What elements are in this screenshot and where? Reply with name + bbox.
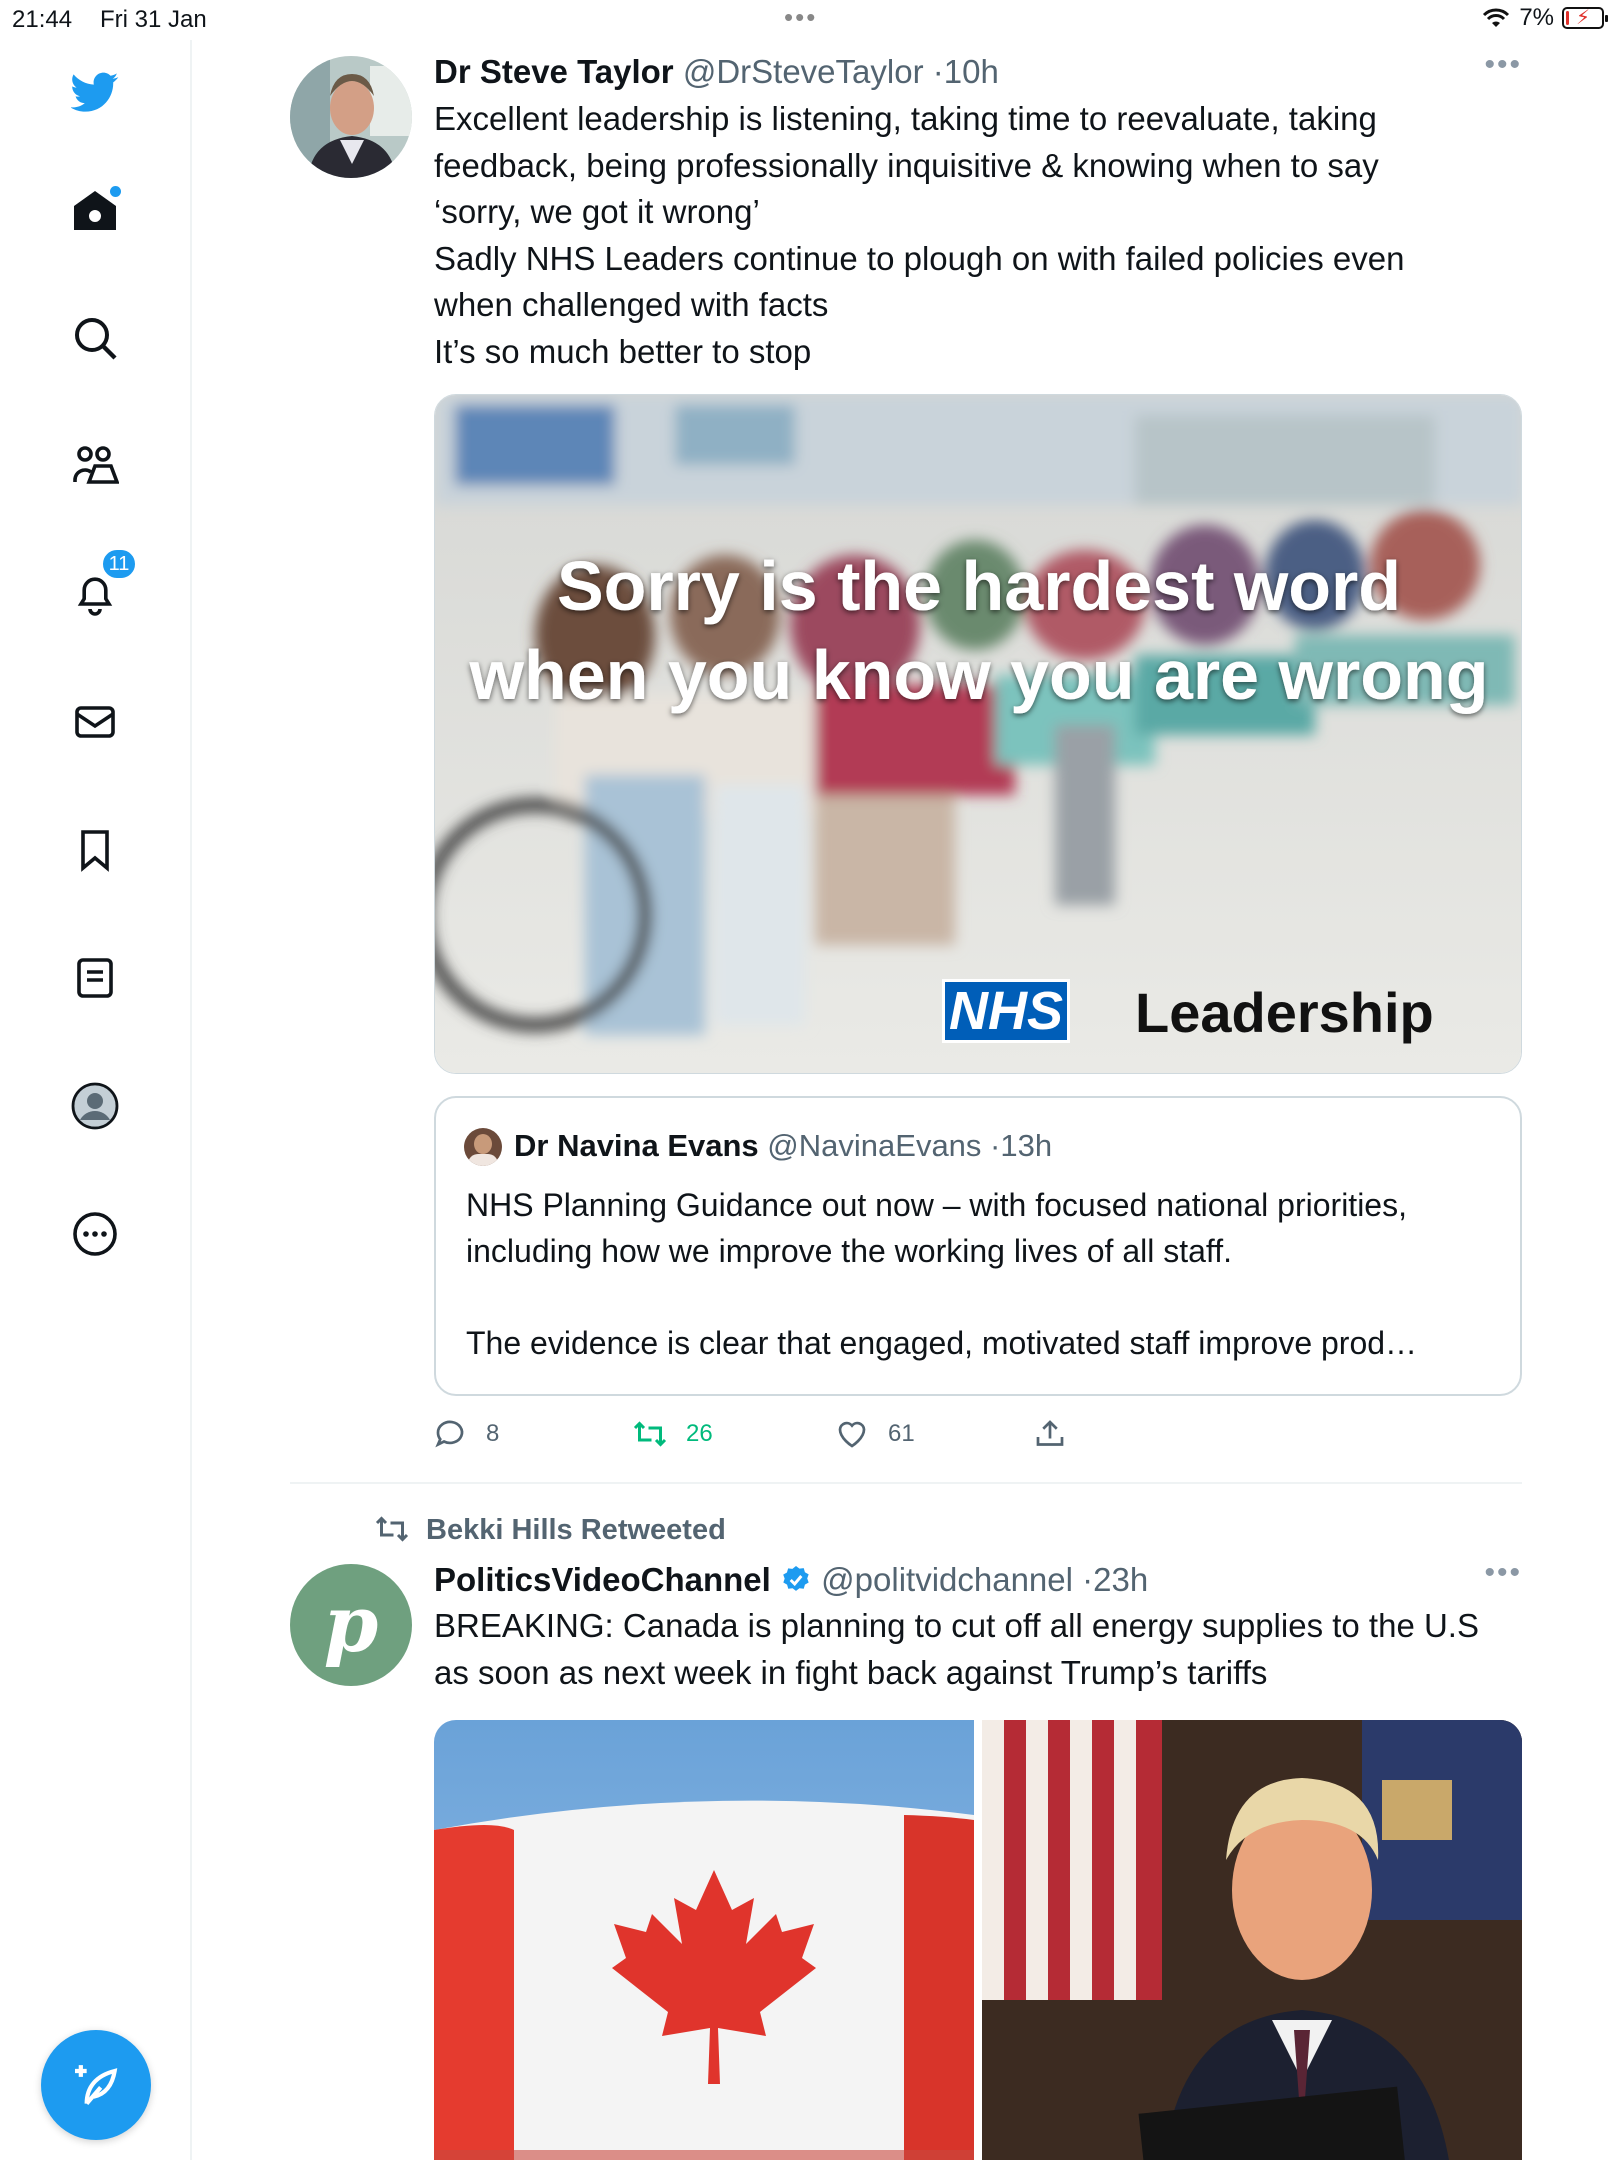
tweet-image[interactable]: Sorry is the hardest word when you know … <box>434 394 1522 1074</box>
quoted-header: Dr Navina Evans @NavinaEvans ·13h <box>514 1126 1052 1166</box>
nhs-logo: NHS <box>949 981 1063 1041</box>
image-caption-line2: when you know you are wrong <box>469 636 1489 714</box>
more-options-icon[interactable]: ••• <box>1484 48 1522 82</box>
reply-icon <box>435 1420 464 1448</box>
trump-photo-image[interactable] <box>982 1720 1522 2160</box>
status-right: 7% ⚡ <box>1481 4 1608 32</box>
separator-dot: · <box>932 53 944 90</box>
tweet[interactable]: Dr Steve Taylor @DrSteveTaylor ·10h ••• … <box>290 48 1524 1448</box>
author-handle[interactable]: @politvidchannel <box>821 1561 1073 1598</box>
quoted-text-line: NHS Planning Guidance out now – with foc… <box>466 1187 1407 1223</box>
retweet-icon <box>633 1421 667 1447</box>
tweet-text-line: when challenged with facts <box>434 286 829 323</box>
tweet-text: BREAKING: Canada is planning to cut off … <box>434 1603 1524 1696</box>
twitter-bird-icon[interactable] <box>65 62 125 122</box>
battery-percent: 7% <box>1519 4 1554 31</box>
sidebar-item-bookmarks[interactable] <box>65 820 125 880</box>
quoted-text-line: The evidence is clear that engaged, moti… <box>466 1325 1418 1361</box>
separator-dot: · <box>1082 1561 1094 1598</box>
retweeted-by[interactable]: Bekki Hills Retweeted <box>426 1514 726 1546</box>
multitasking-dots-icon[interactable]: ••• <box>784 2 817 33</box>
like-button[interactable]: 61 <box>834 1416 915 1452</box>
quoted-time: 13h <box>1000 1128 1053 1163</box>
reply-button[interactable]: 8 <box>432 1416 499 1452</box>
list-icon <box>77 958 113 998</box>
retweet-context: Bekki Hills Retweeted <box>374 1510 726 1550</box>
quoted-author-handle: @NavinaEvans <box>767 1128 982 1163</box>
compose-tweet-icon <box>75 2065 118 2106</box>
profile-avatar-icon <box>71 1082 119 1130</box>
sidebar-item-messages[interactable] <box>65 692 125 752</box>
retweet-count: 26 <box>686 1420 713 1447</box>
tweet-actions: 8 26 61 <box>434 1416 1134 1456</box>
more-circle-icon <box>73 1212 117 1256</box>
status-bar: 21:44 Fri 31 Jan ••• 7% ⚡ <box>0 0 1620 40</box>
tweet-header: PoliticsVideoChannel @politvidchannel ·2… <box>434 1560 1148 1600</box>
tweet-text-line: Excellent leadership is listening, takin… <box>434 100 1377 137</box>
tweet-text-line: Sadly NHS Leaders continue to plough on … <box>434 239 1405 277</box>
bookmark-icon <box>81 830 109 872</box>
tweet-text-line: as soon as next week in fight back again… <box>434 1653 1268 1691</box>
tweet-time[interactable]: 10h <box>944 53 999 90</box>
image-caption-line1: Sorry is the hardest word <box>557 547 1401 625</box>
author-name[interactable]: PoliticsVideoChannel <box>434 1561 771 1598</box>
retweet-icon <box>375 1516 409 1542</box>
tweet-time[interactable]: 23h <box>1093 1561 1148 1598</box>
retweet-button[interactable]: 26 <box>632 1416 713 1452</box>
tweet-text-line: BREAKING: Canada is planning to cut off … <box>434 1607 1479 1644</box>
wifi-icon <box>1483 8 1510 27</box>
mail-icon <box>75 706 115 738</box>
nhs-leadership-word: Leadership <box>1135 981 1434 1044</box>
notification-count-badge: 11 <box>101 548 137 580</box>
author-name[interactable]: Dr Steve Taylor <box>434 53 674 90</box>
sidebar-item-notifications[interactable]: 11 <box>65 548 137 624</box>
more-options-icon[interactable]: ••• <box>1484 1556 1522 1590</box>
author-handle[interactable]: @DrSteveTaylor <box>683 53 924 90</box>
quoted-text: NHS Planning Guidance out now – with foc… <box>466 1182 1506 1366</box>
sidebar-item-lists[interactable] <box>65 948 125 1008</box>
battery-icon: ⚡ <box>1562 7 1608 29</box>
tweet-divider <box>290 1482 1522 1484</box>
tweet-text-line: feedback, being professionally inquisiti… <box>434 146 1379 184</box>
quoted-author-name: Dr Navina Evans <box>514 1128 759 1163</box>
separator-dot: · <box>990 1128 1001 1163</box>
tweet-media-grid <box>434 1720 1522 2160</box>
tweet-text-line: It’s so much better to stop <box>434 332 812 370</box>
tweet[interactable]: Bekki Hills Retweeted p PoliticsVideoCha… <box>290 1510 1522 2160</box>
quoted-tweet[interactable]: Dr Navina Evans @NavinaEvans ·13h NHS Pl… <box>434 1096 1522 1396</box>
tweet-text: Excellent leadership is listening, takin… <box>434 96 1524 375</box>
sidebar-item-communities[interactable] <box>65 436 125 496</box>
communities-icon <box>73 446 119 484</box>
compose-tweet-button[interactable] <box>41 2030 151 2140</box>
sidebar-item-profile[interactable] <box>65 1076 125 1136</box>
quoted-avatar <box>464 1128 502 1166</box>
home-unread-dot <box>110 186 121 197</box>
avatar[interactable]: p <box>290 1564 412 1686</box>
like-count: 61 <box>888 1420 915 1447</box>
quoted-text-line: including how we improve the working liv… <box>466 1233 1232 1269</box>
sidebar-item-home[interactable] <box>65 180 125 240</box>
share-button[interactable] <box>1032 1416 1068 1452</box>
heart-icon <box>838 1421 866 1448</box>
sidebar-item-more[interactable] <box>65 1204 125 1264</box>
share-icon <box>1036 1420 1064 1446</box>
tweet-header: Dr Steve Taylor @DrSteveTaylor ·10h <box>434 52 999 92</box>
status-date: Fri 31 Jan <box>100 6 207 33</box>
sidebar-nav: 11 <box>0 40 192 2160</box>
verified-badge-icon <box>783 1566 809 1591</box>
search-icon <box>75 318 117 360</box>
sidebar-item-explore[interactable] <box>65 308 125 368</box>
reply-count: 8 <box>486 1420 500 1447</box>
avatar-letter: p <box>323 1579 379 1670</box>
status-time: 21:44 <box>12 6 73 33</box>
avatar[interactable] <box>290 56 412 178</box>
canada-flag-image[interactable] <box>434 1720 974 2160</box>
tweet-text-line: ‘sorry, we got it wrong’ <box>434 193 760 230</box>
